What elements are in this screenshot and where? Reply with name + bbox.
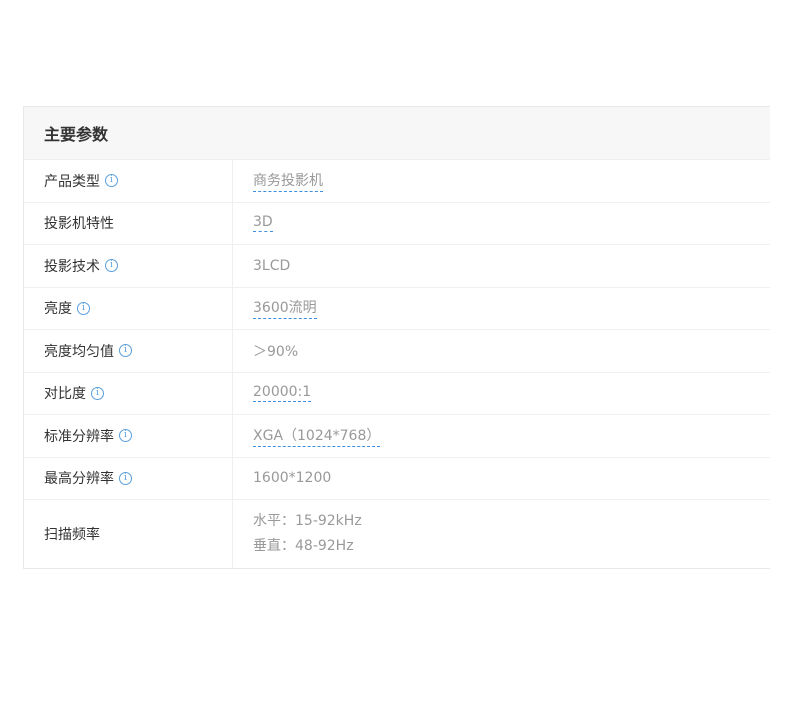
spec-value-text: 1600*1200 xyxy=(253,470,332,487)
info-icon[interactable]: i xyxy=(105,174,118,188)
info-icon[interactable]: i xyxy=(119,471,132,485)
spec-title: 主要参数 xyxy=(44,125,109,144)
spec-value-text: 3LCD xyxy=(253,257,291,274)
spec-value: 1600*1200 xyxy=(233,458,770,500)
spec-row-projection-tech: 投影技术 i 3LCD xyxy=(24,245,770,288)
spec-value-horizontal: 水平：15-92kHz xyxy=(253,513,362,529)
spec-value-link[interactable]: 20000:1 xyxy=(253,384,312,403)
spec-label: 投影机特性 xyxy=(24,202,233,244)
spec-label: 亮度 i xyxy=(24,287,233,329)
spec-label-text: 最高分辨率 xyxy=(44,471,114,488)
spec-value: ＞90% xyxy=(233,330,770,372)
spec-value: 商务投影机 xyxy=(233,160,770,202)
spec-row-scan-frequency: 扫描频率 水平：15-92kHz 垂直：48-92Hz xyxy=(24,500,770,568)
spec-value-link[interactable]: XGA（1024*768） xyxy=(253,425,381,447)
spec-label-text: 投影机特性 xyxy=(44,216,114,233)
spec-row-brightness: 亮度 i 3600流明 xyxy=(24,287,770,330)
spec-label: 标准分辨率 i xyxy=(24,415,233,457)
info-icon[interactable]: i xyxy=(77,301,90,315)
spec-label: 最高分辨率 i xyxy=(24,457,233,499)
spec-label-text: 亮度均匀值 xyxy=(44,343,114,360)
spec-value-link[interactable]: 3600流明 xyxy=(253,297,317,320)
spec-label: 投影技术 i xyxy=(24,245,233,287)
spec-header: 主要参数 xyxy=(24,107,770,160)
spec-row-product-type: 产品类型 i 商务投影机 xyxy=(24,160,770,203)
spec-row-contrast: 对比度 i 20000:1 xyxy=(24,372,770,415)
spec-value-link[interactable]: 商务投影机 xyxy=(253,170,323,192)
spec-value: 3D xyxy=(233,203,770,245)
spec-row-brightness-uniformity: 亮度均匀值 i ＞90% xyxy=(24,330,770,373)
spec-row-max-resolution: 最高分辨率 i 1600*1200 xyxy=(24,457,770,500)
spec-label: 亮度均匀值 i xyxy=(24,330,233,372)
spec-value: 水平：15-92kHz 垂直：48-92Hz xyxy=(233,500,770,568)
spec-label: 扫描频率 xyxy=(24,500,233,568)
spec-label-text: 亮度 xyxy=(44,301,72,318)
spec-value-link[interactable]: 3D xyxy=(253,214,273,233)
spec-label-text: 标准分辨率 xyxy=(44,428,114,445)
info-icon[interactable]: i xyxy=(105,259,118,273)
spec-table: 主要参数 产品类型 i 商务投影机 投影机特性 3D 投影技术 i 3LCD 亮… xyxy=(23,106,770,569)
spec-row-projector-feature: 投影机特性 3D xyxy=(24,202,770,245)
spec-value: 20000:1 xyxy=(233,373,770,415)
spec-value: XGA（1024*768） xyxy=(233,415,770,457)
spec-label-text: 投影技术 xyxy=(44,258,100,275)
spec-value: 3600流明 xyxy=(233,288,770,330)
spec-label: 产品类型 i xyxy=(24,160,233,202)
spec-label: 对比度 i xyxy=(24,372,233,414)
spec-value: 3LCD xyxy=(233,245,770,287)
info-icon[interactable]: i xyxy=(119,429,132,443)
info-icon[interactable]: i xyxy=(119,344,132,358)
spec-label-text: 产品类型 xyxy=(44,173,100,190)
info-icon[interactable]: i xyxy=(91,386,104,400)
spec-label-text: 对比度 xyxy=(44,386,86,403)
spec-label-text: 扫描频率 xyxy=(44,527,100,543)
spec-value-vertical: 垂直：48-92Hz xyxy=(253,538,354,554)
spec-row-standard-resolution: 标准分辨率 i XGA（1024*768） xyxy=(24,415,770,458)
spec-value-text: ＞90% xyxy=(253,343,299,360)
